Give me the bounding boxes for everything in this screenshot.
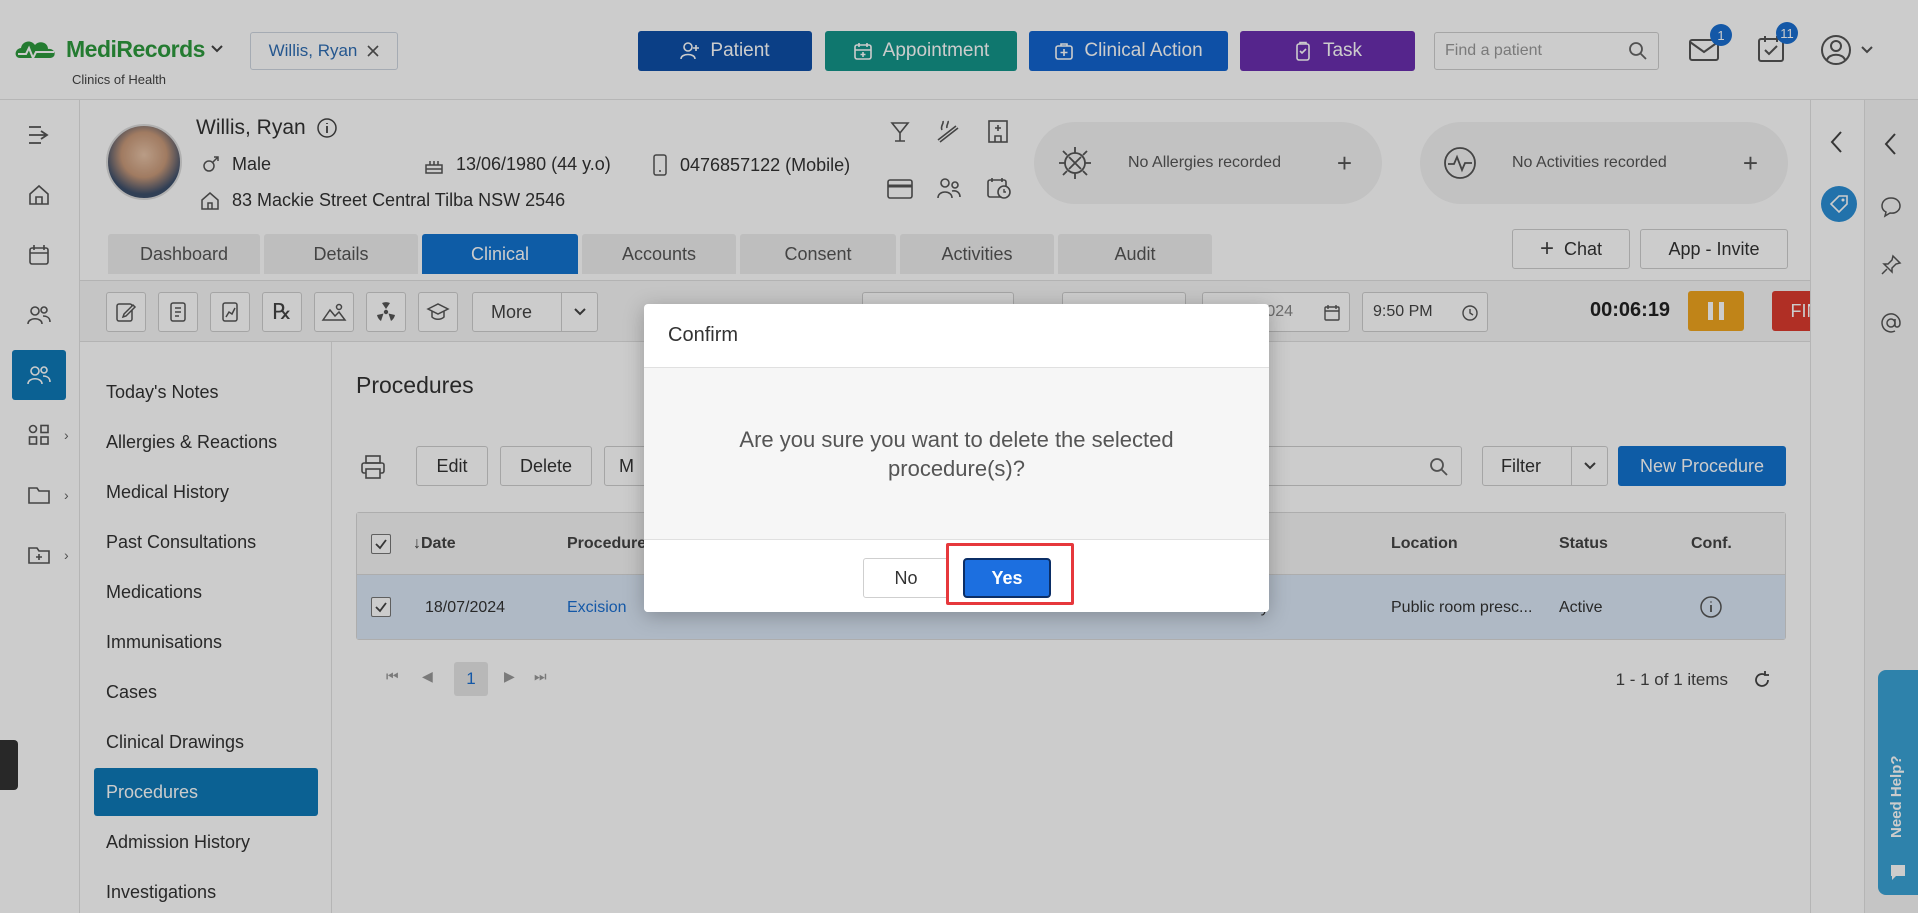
- yes-button-highlight: [946, 543, 1074, 605]
- dialog-message: Are you sure you want to delete the sele…: [644, 368, 1269, 540]
- no-button[interactable]: No: [863, 558, 949, 598]
- no-button-label: No: [894, 567, 918, 588]
- dialog-title: Confirm: [644, 304, 1269, 368]
